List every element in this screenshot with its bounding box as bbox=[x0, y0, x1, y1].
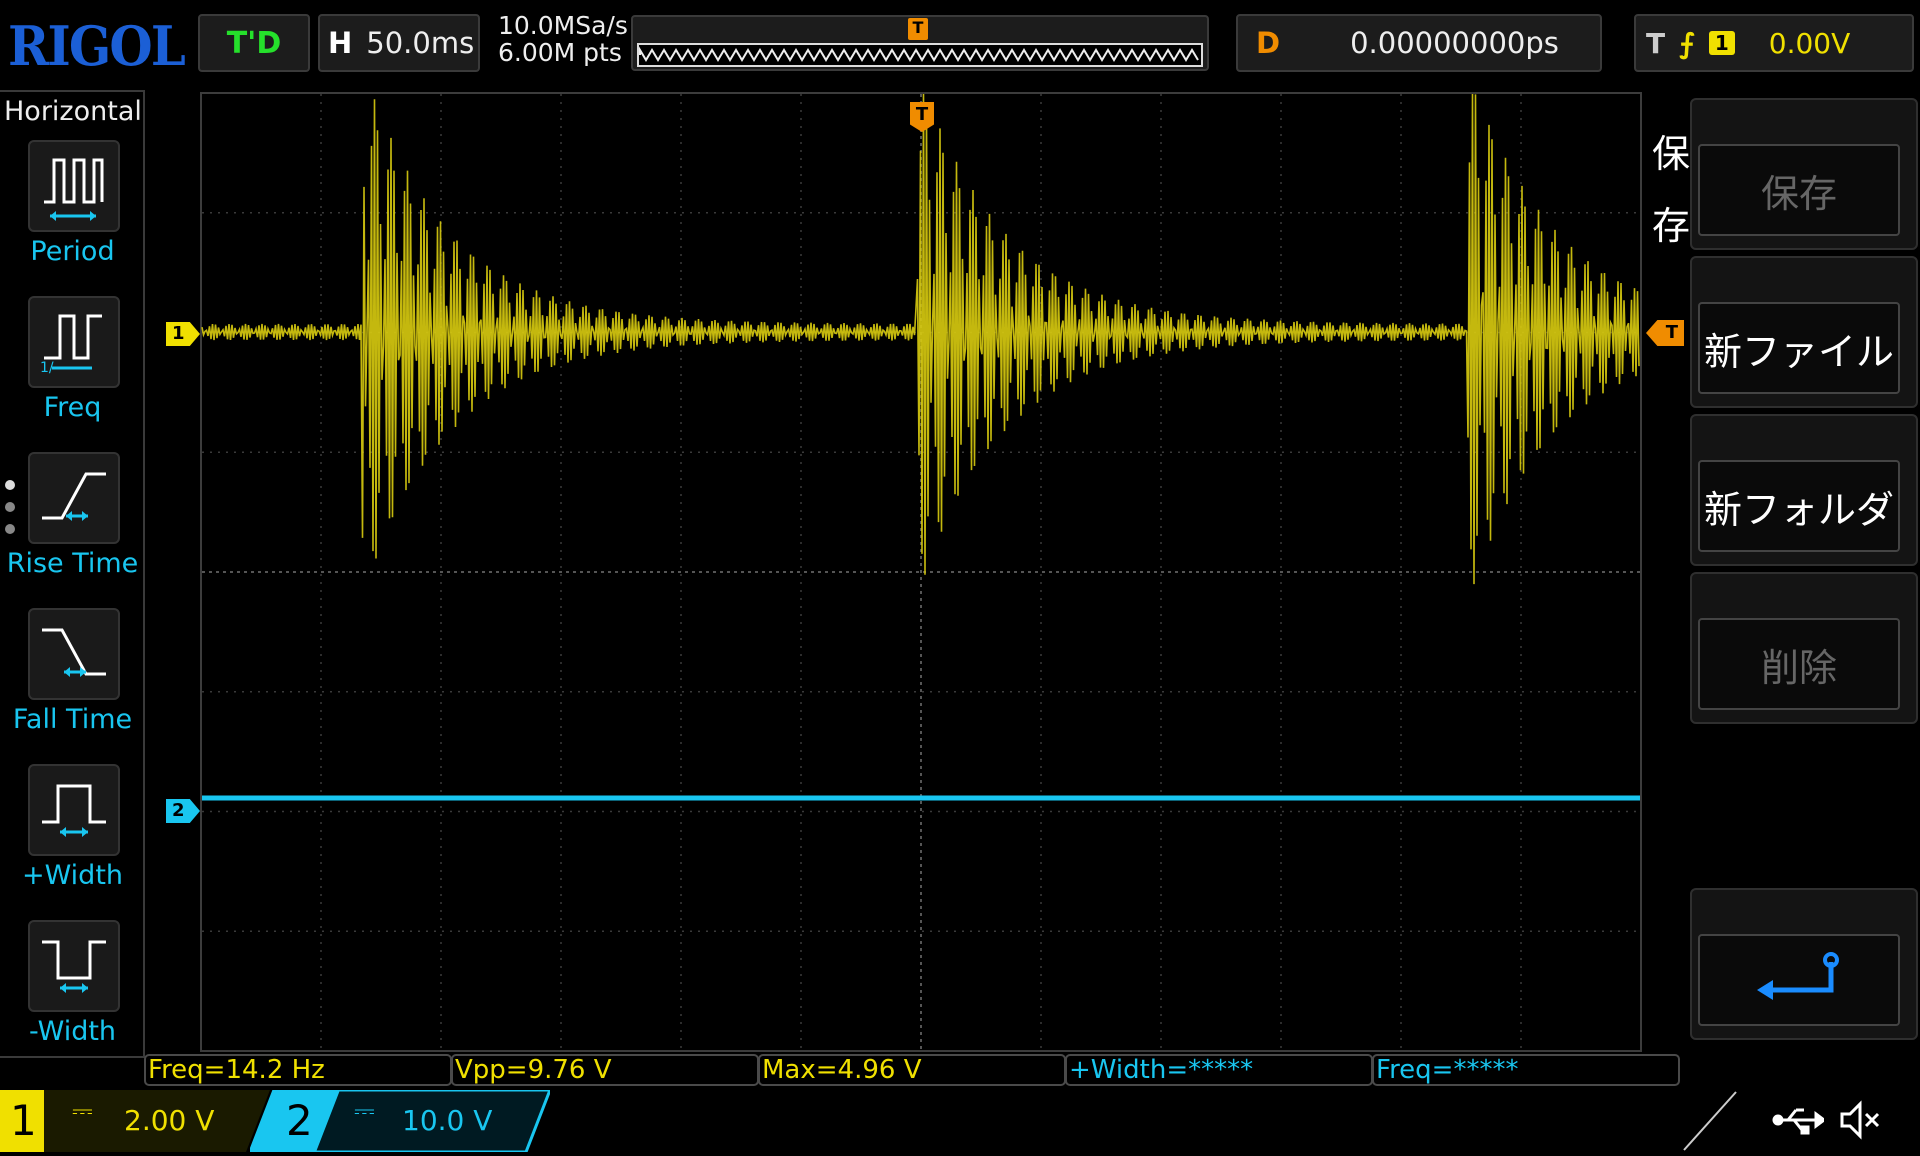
delay-key: D bbox=[1256, 26, 1281, 60]
delete-button[interactable]: 削除 bbox=[1690, 572, 1918, 724]
fall-time-label: Fall Time bbox=[12, 704, 133, 735]
trigger-level: 0.00V bbox=[1768, 26, 1851, 60]
measurement-freq[interactable]: Freq=14.2 Hz bbox=[144, 1054, 452, 1086]
period-label: Period bbox=[30, 236, 115, 267]
rise-time-icon bbox=[28, 452, 120, 544]
speaker-muted-icon[interactable] bbox=[1836, 1100, 1886, 1140]
measure-menu-title: Horizontal bbox=[4, 96, 142, 127]
measure-fall-time-button[interactable]: Fall Time bbox=[0, 608, 145, 735]
new-folder-button-label: 新フォルダ bbox=[1698, 460, 1900, 552]
channel-1-number: 1 bbox=[10, 1096, 37, 1145]
freq-label: Freq bbox=[43, 392, 102, 423]
save-menu-title-char-1: 保 bbox=[1652, 132, 1691, 176]
measurement-positive-width[interactable]: +Width=***** bbox=[1065, 1054, 1373, 1086]
save-button[interactable]: 保存 bbox=[1690, 98, 1918, 250]
measurement-max[interactable]: Max=4.96 V bbox=[758, 1054, 1066, 1086]
new-file-button[interactable]: 新ファイル bbox=[1690, 256, 1918, 408]
trigger-key: T bbox=[1646, 26, 1666, 60]
new-folder-button[interactable]: 新フォルダ bbox=[1690, 414, 1918, 566]
fall-time-icon bbox=[28, 608, 120, 700]
positive-width-icon bbox=[28, 764, 120, 856]
negative-width-icon bbox=[28, 920, 120, 1012]
channel-1-offset-marker[interactable]: 1 bbox=[166, 322, 200, 346]
waveform-display[interactable]: T bbox=[200, 92, 1642, 1052]
save-button-label: 保存 bbox=[1698, 144, 1900, 236]
new-file-button-label: 新ファイル bbox=[1698, 302, 1900, 394]
rise-time-label: Rise Time bbox=[6, 548, 139, 579]
dc-coupling-icon: ⎓ bbox=[354, 1096, 375, 1126]
positive-width-label: +Width bbox=[21, 860, 124, 891]
channel-2-status[interactable]: 2 ⎓ 10.0 V bbox=[247, 1088, 553, 1154]
memory-depth: 6.00M pts bbox=[498, 38, 622, 67]
timebase-key: H bbox=[328, 26, 353, 60]
svg-text:1/: 1/ bbox=[40, 360, 54, 376]
sample-rate: 10.0MSa/s bbox=[498, 11, 628, 40]
measure-negative-width-button[interactable]: -Width bbox=[0, 920, 145, 1047]
dc-coupling-icon: ⎓ bbox=[72, 1096, 93, 1126]
enter-arrow-icon bbox=[1698, 934, 1900, 1026]
delete-button-label: 削除 bbox=[1698, 618, 1900, 710]
run-state-indicator[interactable]: T'D bbox=[198, 14, 310, 72]
channel-2-offset-marker[interactable]: 2 bbox=[166, 799, 200, 823]
trigger-indicator[interactable]: T ⨍ 1 0.00V bbox=[1634, 14, 1914, 72]
measurement-vpp[interactable]: Vpp=9.76 V bbox=[451, 1054, 759, 1086]
period-icon bbox=[28, 140, 120, 232]
waveform-area bbox=[200, 92, 1642, 1052]
channel-2-number: 2 bbox=[286, 1096, 313, 1145]
save-menu-title: 保 存 bbox=[1652, 118, 1692, 262]
rigol-logo: RIGOL bbox=[8, 14, 186, 78]
trigger-source: 1 bbox=[1708, 31, 1735, 55]
measure-positive-width-button[interactable]: +Width bbox=[0, 764, 145, 891]
rising-edge-icon: ⨍ bbox=[1679, 26, 1695, 60]
memory-overview[interactable]: T bbox=[630, 14, 1210, 72]
usb-icon[interactable] bbox=[1772, 1100, 1827, 1140]
delay-indicator[interactable]: D 0.00000000ps bbox=[1236, 14, 1602, 72]
acquisition-info: 10.0MSa/s 6.00M pts bbox=[498, 12, 628, 66]
save-menu-title-char-2: 存 bbox=[1652, 204, 1691, 248]
channel-1-status[interactable]: 1 ⎓ 2.00 V bbox=[0, 1090, 270, 1152]
measure-period-button[interactable]: Period bbox=[0, 140, 145, 267]
measure-menu: Horizontal Period 1/ Freq Rise Time Fall… bbox=[0, 90, 145, 1058]
timebase-indicator[interactable]: H 50.0ms bbox=[318, 14, 480, 72]
timebase-value: 50.0ms bbox=[366, 26, 475, 60]
freq-icon: 1/ bbox=[28, 296, 120, 388]
enter-button[interactable] bbox=[1690, 888, 1918, 1040]
measurement-freq-ch2[interactable]: Freq=***** bbox=[1372, 1054, 1680, 1086]
delay-value: 0.00000000ps bbox=[1350, 26, 1559, 60]
channel-1-scale: 2.00 V bbox=[124, 1104, 215, 1137]
trigger-level-marker[interactable]: T bbox=[1646, 320, 1684, 346]
channel-2-scale: 10.0 V bbox=[402, 1104, 493, 1137]
memory-trigger-marker: T bbox=[908, 18, 928, 40]
negative-width-label: -Width bbox=[28, 1016, 117, 1047]
measure-rise-time-button[interactable]: Rise Time bbox=[0, 452, 145, 579]
measure-freq-button[interactable]: 1/ Freq bbox=[0, 296, 145, 423]
status-divider bbox=[1683, 1091, 1737, 1151]
